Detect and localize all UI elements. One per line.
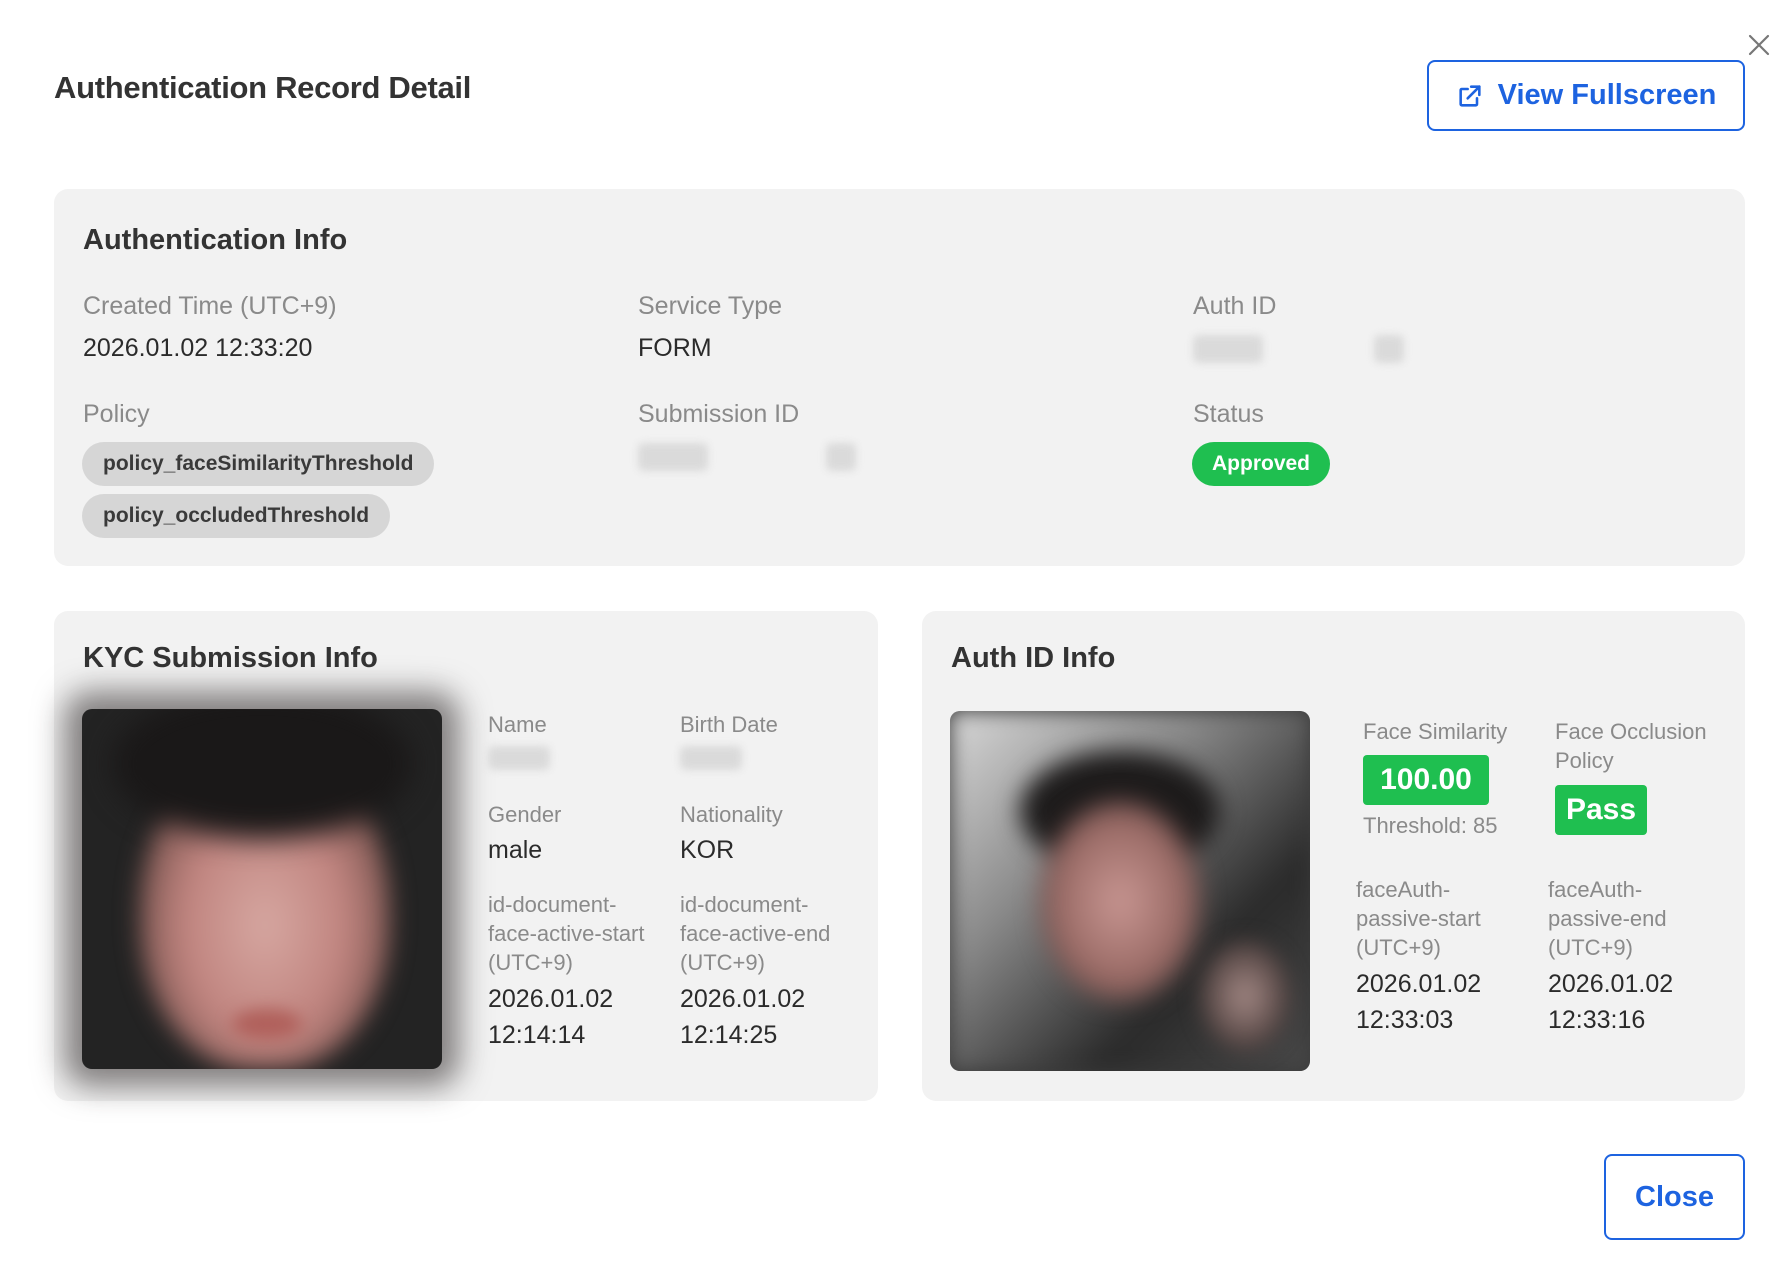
kyc-submission-info-card: KYC Submission Info Name Birth Date Gend… bbox=[54, 611, 878, 1101]
name-redacted bbox=[488, 746, 550, 770]
close-icon[interactable] bbox=[1744, 30, 1774, 60]
status-badge: Approved bbox=[1192, 442, 1331, 486]
nationality-value: KOR bbox=[680, 836, 735, 864]
policy-chip: policy_faceSimilarityThreshold bbox=[82, 442, 435, 486]
policy-chip: policy_occludedThreshold bbox=[82, 494, 391, 538]
created-time-value: 2026.01.02 12:33:20 bbox=[83, 334, 313, 362]
authentication-info-card: Authentication Info Created Time (UTC+9)… bbox=[54, 189, 1745, 566]
auth-face-photo bbox=[950, 711, 1310, 1071]
policy-label: Policy bbox=[83, 400, 150, 428]
auth-id-info-card: Auth ID Info Face Similarity 100.00 Thre… bbox=[922, 611, 1745, 1101]
submission-id-redacted-tail bbox=[826, 443, 856, 471]
gender-value: male bbox=[488, 836, 543, 864]
created-time-label: Created Time (UTC+9) bbox=[83, 292, 337, 320]
gender-label: Gender bbox=[488, 802, 562, 827]
view-fullscreen-button[interactable]: View Fullscreen bbox=[1427, 60, 1745, 131]
kyc-face-photo bbox=[82, 709, 442, 1069]
external-link-icon bbox=[1456, 82, 1484, 110]
threshold-text: Threshold: 85 bbox=[1363, 813, 1498, 838]
authentication-info-title: Authentication Info bbox=[83, 224, 348, 256]
status-label: Status bbox=[1193, 400, 1264, 428]
passive-end-label: faceAuth- passive-end (UTC+9) bbox=[1548, 877, 1667, 960]
service-type-value: FORM bbox=[638, 334, 712, 362]
face-active-start-label: id-document- face-active-start (UTC+9) bbox=[488, 892, 645, 975]
name-label: Name bbox=[488, 712, 547, 737]
modal-title: Authentication Record Detail bbox=[54, 70, 472, 105]
submission-id-redacted bbox=[638, 443, 708, 471]
submission-id-label: Submission ID bbox=[638, 400, 800, 428]
passive-end-value: 2026.01.02 12:33:16 bbox=[1548, 970, 1674, 1034]
passive-start-label: faceAuth- passive-start (UTC+9) bbox=[1356, 877, 1481, 960]
kyc-submission-info-title: KYC Submission Info bbox=[83, 642, 378, 674]
face-occlusion-policy-label: Face Occlusion Policy bbox=[1555, 719, 1707, 773]
close-button[interactable]: Close bbox=[1604, 1154, 1745, 1240]
face-active-end-value: 2026.01.02 12:14:25 bbox=[680, 985, 806, 1049]
nationality-label: Nationality bbox=[680, 802, 783, 827]
birth-date-redacted bbox=[680, 746, 742, 770]
occlusion-pass-badge: Pass bbox=[1555, 785, 1647, 835]
face-active-start-value: 2026.01.02 12:14:14 bbox=[488, 985, 614, 1049]
auth-id-redacted bbox=[1193, 335, 1263, 363]
birth-date-label: Birth Date bbox=[680, 712, 778, 737]
auth-id-redacted-tail bbox=[1374, 335, 1404, 363]
face-active-end-label: id-document- face-active-end (UTC+9) bbox=[680, 892, 831, 975]
passive-start-value: 2026.01.02 12:33:03 bbox=[1356, 970, 1482, 1034]
auth-id-label: Auth ID bbox=[1193, 292, 1277, 320]
face-similarity-score: 100.00 bbox=[1363, 755, 1489, 805]
service-type-label: Service Type bbox=[638, 292, 783, 320]
auth-id-info-title: Auth ID Info bbox=[951, 642, 1116, 674]
view-fullscreen-label: View Fullscreen bbox=[1497, 79, 1717, 111]
face-similarity-label: Face Similarity bbox=[1363, 719, 1508, 744]
